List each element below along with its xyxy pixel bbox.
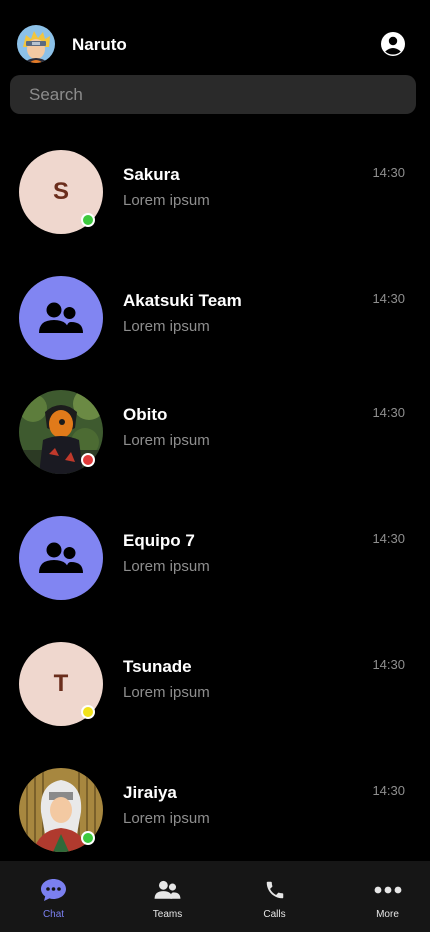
status-busy-indicator bbox=[81, 453, 95, 467]
chat-name: Tsunade bbox=[123, 657, 192, 676]
chat-name: Equipo 7 bbox=[123, 531, 195, 550]
chat-preview: Lorem ipsum bbox=[123, 432, 210, 449]
chat-name: Sakura bbox=[123, 165, 180, 184]
chat-preview: Lorem ipsum bbox=[123, 192, 210, 209]
chat-preview: Lorem ipsum bbox=[123, 318, 210, 335]
tab-chat[interactable]: Chat bbox=[0, 861, 107, 932]
tab-calls[interactable]: Calls bbox=[221, 861, 328, 932]
tab-teams[interactable]: Teams bbox=[114, 861, 221, 932]
chat-time: 14:30 bbox=[372, 657, 405, 672]
profile-button[interactable] bbox=[380, 31, 406, 57]
chat-bubble-icon bbox=[41, 879, 66, 901]
phone-icon bbox=[266, 881, 283, 899]
status-away-indicator bbox=[81, 705, 95, 719]
more-dots-icon bbox=[374, 886, 401, 894]
search-bar[interactable] bbox=[10, 75, 416, 114]
account-circle-icon bbox=[381, 32, 405, 56]
chat-item-obito[interactable]: Obito Lorem ipsum 14:30 bbox=[0, 390, 430, 480]
chat-name: Akatsuki Team bbox=[123, 291, 242, 310]
group-icon bbox=[39, 302, 83, 333]
chat-time: 14:30 bbox=[372, 783, 405, 798]
user-avatar[interactable] bbox=[17, 25, 55, 63]
chat-time: 14:30 bbox=[372, 291, 405, 306]
chat-item-akatsuki-team[interactable]: Akatsuki Team Lorem ipsum 14:30 bbox=[0, 276, 430, 366]
chat-preview: Lorem ipsum bbox=[123, 684, 210, 701]
chat-name: Jiraiya bbox=[123, 783, 177, 802]
chat-time: 14:30 bbox=[372, 165, 405, 180]
search-input[interactable] bbox=[10, 75, 416, 114]
group-icon bbox=[39, 542, 83, 573]
bottom-tab-bar: Chat Teams Calls More bbox=[0, 861, 430, 932]
tab-label: More bbox=[376, 909, 399, 920]
people-icon bbox=[154, 880, 181, 899]
tab-label: Teams bbox=[152, 909, 183, 920]
chat-time: 14:30 bbox=[372, 405, 405, 420]
status-online-indicator bbox=[81, 831, 95, 845]
tab-label: Calls bbox=[263, 909, 286, 920]
tab-more[interactable]: More bbox=[334, 861, 430, 932]
chat-preview: Lorem ipsum bbox=[123, 810, 210, 827]
page-title: Naruto bbox=[72, 35, 127, 54]
chat-item-equipo-7[interactable]: Equipo 7 Lorem ipsum 14:30 bbox=[0, 516, 430, 606]
chat-name: Obito bbox=[123, 405, 168, 424]
chat-item-tsunade[interactable]: T Tsunade Lorem ipsum 14:30 bbox=[0, 642, 430, 732]
group-avatar bbox=[19, 276, 103, 360]
chat-preview: Lorem ipsum bbox=[123, 558, 210, 575]
chat-time: 14:30 bbox=[372, 531, 405, 546]
avatar-initial: T bbox=[53, 670, 69, 697]
app-header: Naruto bbox=[0, 0, 430, 75]
chat-item-sakura[interactable]: S Sakura Lorem ipsum 14:30 bbox=[0, 150, 430, 240]
tab-label: Chat bbox=[42, 909, 65, 920]
avatar-initial: S bbox=[52, 178, 69, 205]
group-avatar bbox=[19, 516, 103, 600]
chat-item-jiraiya[interactable]: Jiraiya Lorem ipsum 14:30 bbox=[0, 768, 430, 858]
status-online-indicator bbox=[81, 213, 95, 227]
